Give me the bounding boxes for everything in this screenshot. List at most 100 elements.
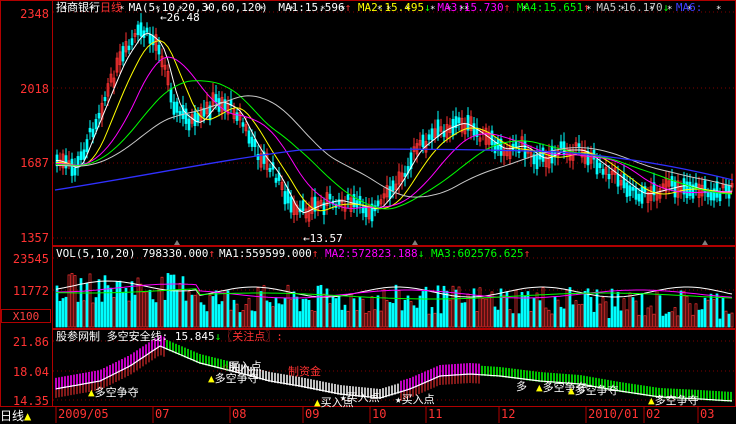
volume-bar (145, 291, 149, 328)
volume-bar (322, 293, 326, 328)
day-period-tab[interactable]: 日线▲ (0, 407, 31, 424)
volume-bar (157, 289, 161, 328)
volume-bar (664, 313, 668, 328)
price-candle (85, 139, 89, 153)
volume-bar (379, 310, 383, 328)
volume-bar (499, 288, 503, 328)
price-candle (172, 101, 176, 115)
chart-canvas[interactable]: * * * * * * * * * * * * * * * * * * * * * * * * (0, 0, 736, 423)
volume-bar (328, 303, 332, 328)
volume-bar (283, 297, 287, 328)
time-label: 10 (372, 407, 387, 421)
price-candle (301, 200, 305, 212)
buy-point-3: ▲买入点 (314, 396, 354, 409)
price-candle (622, 173, 626, 189)
safety-line-label: 多空安全线: (106, 330, 169, 343)
volume-bar (193, 294, 197, 328)
vol-ma2-arrow: ↓ (417, 247, 425, 260)
volume-bar (424, 286, 428, 328)
price-candle (346, 194, 350, 200)
price-candle (289, 196, 293, 213)
price-candle (103, 97, 107, 102)
volume-bar (604, 301, 608, 328)
vol-arrow: ↑ (208, 247, 215, 260)
stock-name[interactable]: 招商银行 (56, 1, 100, 14)
price-candle (670, 176, 674, 187)
volume-bar (100, 301, 104, 328)
volume-bar (337, 295, 341, 328)
price-candle (535, 153, 539, 170)
ma5-label: MA5: (596, 1, 623, 14)
signal-label-1: ▲多空争夺 (88, 386, 139, 399)
price-candle (631, 186, 635, 191)
signal-label-4: ▲多空争夺 (568, 384, 619, 397)
ma5-arrow: ↓ (662, 1, 670, 14)
period-label[interactable]: 日线 (100, 1, 122, 14)
volume-bar (640, 292, 644, 328)
volume-bar (313, 311, 317, 328)
price-candle (169, 88, 173, 103)
volume-bar (127, 300, 131, 328)
volume-bar (250, 310, 254, 328)
focus-label: 〖关注点〗: (221, 330, 283, 343)
volume-bar (562, 308, 566, 328)
volume-bar (670, 311, 674, 328)
volume-bar (646, 307, 650, 328)
volume-bar (394, 284, 398, 328)
volume-bar (511, 313, 515, 328)
volume-bar (682, 290, 686, 328)
ma3-label: MA3: (437, 1, 464, 14)
volume-bar (598, 303, 602, 328)
volume-unit-button[interactable]: X100 (1, 309, 51, 323)
volume-bar (700, 309, 704, 328)
vol-ma2-label: MA2: (324, 247, 352, 260)
price-candle (256, 153, 260, 161)
volume-bar (406, 295, 410, 328)
volume-bar (310, 310, 314, 328)
volume-bar (319, 284, 323, 328)
volume-bar (409, 301, 413, 328)
volume-bar (607, 318, 611, 328)
price-candle (607, 173, 611, 180)
volume-bar (334, 298, 338, 328)
ma1-label: MA1: (278, 1, 305, 14)
volume-bar (346, 310, 350, 328)
volume-bar (148, 289, 152, 328)
volume-bar (70, 273, 74, 328)
indicator-header: 股参网制 多空安全线: 15.845↓〖关注点〗: (56, 331, 283, 343)
price-candle (706, 191, 710, 198)
ma2-label: MA2: (357, 1, 385, 14)
volume-bar (172, 274, 176, 328)
volume-bar (97, 279, 101, 328)
volume-bar (712, 299, 716, 328)
volume-bar (508, 309, 512, 328)
volume-bar (412, 305, 416, 328)
price-candle (616, 174, 620, 187)
volume-bar (685, 296, 689, 328)
volume-bar (115, 281, 119, 328)
volume-bar (142, 291, 146, 328)
volume-bar (679, 290, 683, 328)
fund-note: 制资金 (288, 365, 321, 378)
price-candle (673, 180, 677, 198)
price-candle (73, 167, 77, 176)
volume-bar (616, 291, 620, 328)
volume-bar (469, 296, 473, 328)
price-candle (715, 181, 719, 198)
price-candle (127, 45, 131, 51)
volume-bar (262, 285, 266, 328)
price-triangle-marker (702, 240, 708, 245)
volume-bar (64, 296, 68, 328)
price-candle (436, 119, 440, 137)
volume-bar (619, 310, 623, 328)
volume-bar (436, 285, 440, 328)
volume-bar (343, 304, 347, 328)
volume-bar (727, 313, 731, 328)
volume-bar (541, 287, 545, 328)
vol-ma3-value: 602576.625 (457, 247, 524, 260)
price-candle (157, 44, 161, 55)
ind-tick-2: 18.04 (12, 365, 49, 379)
volume-bar (244, 303, 248, 328)
volume-bar (85, 282, 89, 328)
fund-label: ☆买入点 (222, 360, 262, 373)
